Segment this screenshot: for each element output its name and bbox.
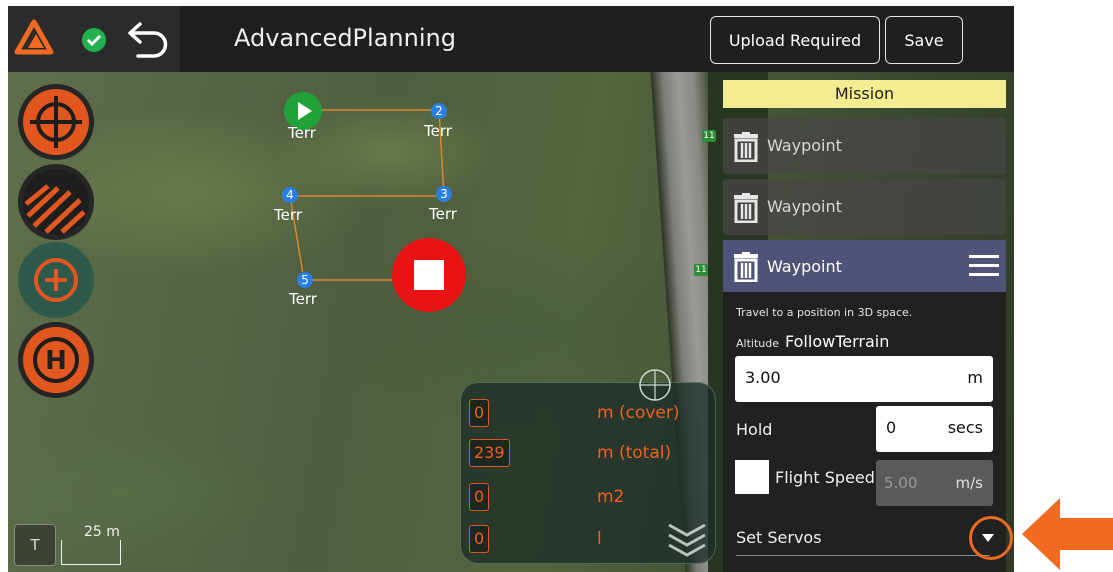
waypoint-label: Terr	[429, 205, 457, 223]
mission-tab[interactable]: Mission	[723, 80, 1006, 108]
survey-icon	[23, 169, 89, 235]
survey-tool-button[interactable]	[18, 164, 94, 240]
mission-item-label: Waypoint	[767, 136, 842, 155]
highlight-ring	[969, 516, 1013, 560]
app-window: 11 11 Terr 2 Terr 3 Terr 4 Terr 5 Terr A…	[8, 6, 1014, 572]
add-icon	[23, 247, 89, 313]
stat-cover-value: 0	[469, 399, 490, 427]
stat-area-value: 0	[469, 483, 490, 511]
map-type-button[interactable]: T	[14, 524, 56, 566]
mission-stats-panel: 0 m (cover) 239 m (total) 0 m2 0 l	[460, 369, 716, 564]
stop-button[interactable]	[392, 238, 466, 312]
stat-volume-unit: l	[597, 529, 602, 549]
stat-area-unit: m2	[597, 487, 625, 507]
hamburger-menu-icon[interactable]	[969, 254, 999, 278]
flight-speed-input[interactable]: 5.00 m/s	[876, 460, 993, 506]
stat-total-unit: m (total)	[597, 443, 672, 463]
pointer-arrow-icon	[1022, 498, 1113, 570]
save-button[interactable]: Save	[885, 16, 963, 64]
home-icon: H	[23, 327, 89, 393]
altitude-mode[interactable]: FollowTerrain	[785, 332, 889, 351]
flight-speed-label: Flight Speed	[775, 468, 875, 487]
set-servos-label: Set Servos	[736, 528, 822, 547]
back-icon[interactable]	[124, 18, 172, 62]
waypoint-label: Terr	[424, 122, 452, 140]
hold-input[interactable]: 0 secs	[876, 406, 993, 452]
page-title: AdvancedPlanning	[234, 24, 456, 52]
stat-cover-unit: m (cover)	[597, 403, 680, 423]
waypoint-label: Terr	[274, 206, 302, 224]
scale-bar	[61, 540, 121, 565]
stat-total-value: 239	[469, 439, 510, 467]
mission-item-label: Waypoint	[767, 257, 842, 276]
scale-label: 25 m	[84, 524, 120, 540]
waypoint-marker-3[interactable]: 3	[436, 186, 452, 202]
target-icon	[23, 89, 89, 155]
altitude-input[interactable]: 3.00 m	[735, 356, 993, 402]
crosshair-icon	[639, 369, 671, 401]
home-tool-button[interactable]: H	[18, 322, 94, 398]
mission-item-label: Waypoint	[767, 197, 842, 216]
connection-status-icon	[82, 28, 106, 52]
waypoint-marker-5[interactable]: 5	[297, 272, 313, 288]
mission-item[interactable]: Waypoint	[723, 179, 1006, 235]
target-tool-button[interactable]	[18, 84, 94, 160]
mission-item-active[interactable]: Waypoint	[723, 240, 1006, 292]
upload-button[interactable]: Upload Required	[710, 16, 880, 64]
add-waypoint-button[interactable]	[18, 242, 94, 318]
logo-area	[8, 6, 180, 72]
stop-icon	[414, 260, 444, 290]
altitude-label: Altitude	[736, 337, 779, 350]
trash-icon[interactable]	[733, 132, 759, 162]
waypoint-marker-2[interactable]: 2	[431, 103, 447, 119]
app-logo-icon	[14, 19, 54, 55]
flight-speed-value: 5.00	[884, 474, 918, 492]
hold-label: Hold	[736, 420, 773, 439]
start-label: Terr	[288, 124, 316, 142]
trash-icon[interactable]	[733, 193, 759, 223]
altitude-unit: m	[967, 368, 983, 387]
collapse-chevron-icon[interactable]	[665, 513, 709, 557]
waypoint-detail-panel: Travel to a position in 3D space. Altitu…	[723, 292, 1006, 572]
trash-icon[interactable]	[733, 252, 759, 282]
top-bar: AdvancedPlanning Upload Required Save	[8, 6, 1014, 72]
flight-speed-unit: m/s	[955, 474, 983, 492]
set-servos-underline	[736, 555, 990, 556]
altitude-value: 3.00	[745, 368, 781, 387]
waypoint-marker-4[interactable]: 4	[282, 187, 298, 203]
stat-volume-value: 0	[469, 525, 490, 553]
flight-speed-checkbox[interactable]	[735, 460, 769, 494]
mission-item[interactable]: Waypoint	[723, 118, 1006, 174]
waypoint-label: Terr	[289, 290, 317, 308]
hold-unit: secs	[947, 418, 983, 437]
waypoint-description: Travel to a position in 3D space.	[736, 306, 913, 319]
svg-text:H: H	[45, 346, 67, 376]
hold-value: 0	[886, 418, 897, 437]
